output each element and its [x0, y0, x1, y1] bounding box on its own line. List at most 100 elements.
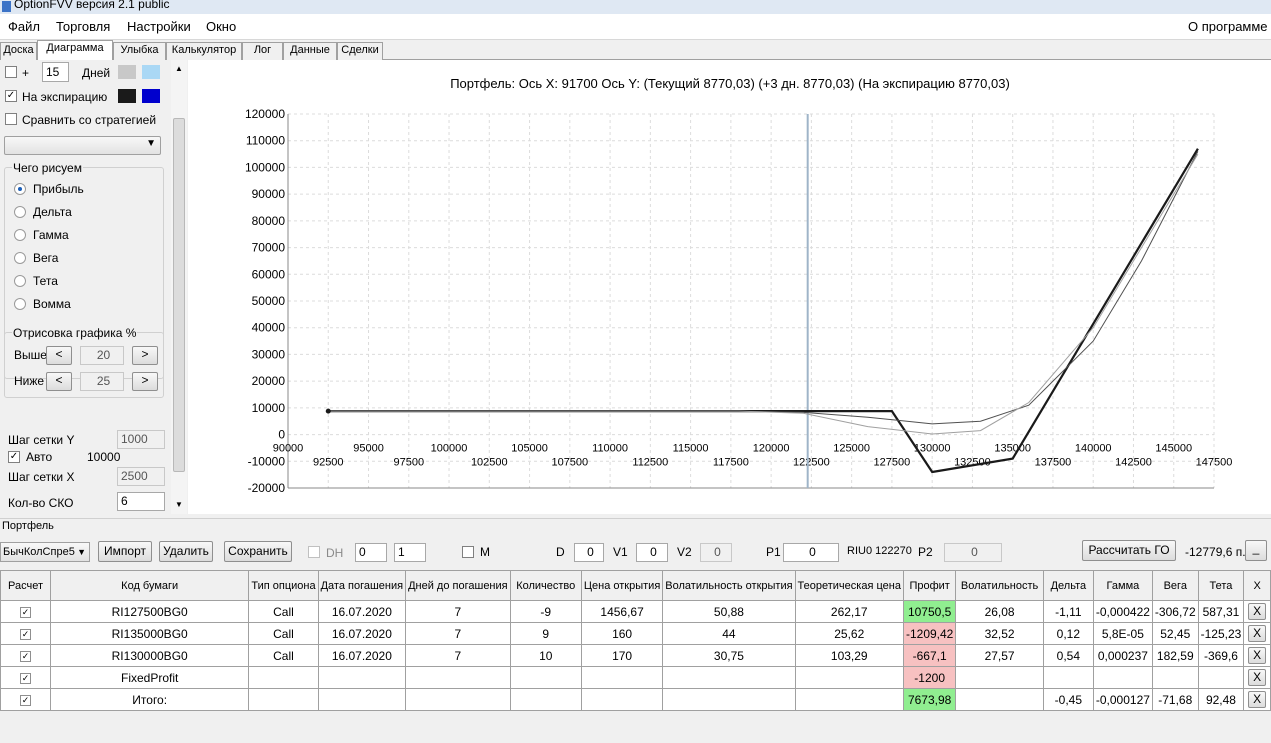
v2-input[interactable]: 0 [700, 543, 732, 562]
strategy-select[interactable]: ▼ [4, 136, 161, 155]
d-input[interactable]: 0 [574, 543, 604, 562]
delete-row-button[interactable]: X [1248, 647, 1267, 664]
x-tick-label: 117500 [713, 457, 749, 469]
tab-data[interactable]: Данные [283, 42, 337, 60]
col-open-price[interactable]: Цена открытия [580, 570, 664, 601]
radio-gamma[interactable] [14, 229, 26, 241]
plus-days-color-swatch[interactable] [142, 65, 160, 79]
tab-smile[interactable]: Улыбка [113, 42, 166, 60]
radio-vega[interactable] [14, 252, 26, 264]
above-increase-button[interactable]: > [132, 346, 158, 365]
above-input[interactable]: 20 [80, 346, 124, 365]
calc-checkbox-cell[interactable]: ✓ [0, 688, 51, 711]
tab-board[interactable]: Доска [0, 42, 37, 60]
profit-chart[interactable]: Портфель: Ось X: 91700 Ось Y: (Текущий 8… [188, 60, 1271, 514]
col-calc[interactable]: Расчет [0, 570, 51, 601]
import-button[interactable]: Импорт [98, 541, 152, 562]
calc-checkbox[interactable]: ✓ [20, 650, 31, 662]
left-panel-scrollbar[interactable]: ▲ ▼ [171, 60, 187, 514]
cell-9: 27,57 [955, 644, 1044, 667]
menu-about[interactable]: О программе [1188, 19, 1268, 34]
strategy-dropdown-value: БычКолСпре5 [3, 546, 75, 558]
calc-checkbox[interactable]: ✓ [20, 694, 31, 706]
calc-checkbox-cell[interactable]: ✓ [0, 666, 51, 689]
days-checkbox[interactable] [5, 66, 17, 78]
tab-calculator[interactable]: Калькулятор [166, 42, 242, 60]
table-row[interactable]: ✓ RI130000BG0 Call 16.07.2020 7 10 170 30,75 103… [0, 644, 1271, 667]
save-button[interactable]: Сохранить [224, 541, 292, 562]
p2-input[interactable]: 0 [944, 543, 1002, 562]
expiry-color-swatch[interactable] [118, 89, 136, 103]
scroll-thumb[interactable] [173, 118, 185, 472]
days-input[interactable]: 15 [42, 62, 69, 82]
table-row[interactable]: ✓ Итого: 7673,98 -0,45 -0,000127 -71,68 92,48 X [0, 688, 1271, 711]
dh-label: DH [326, 546, 344, 560]
delete-row-button[interactable]: X [1248, 625, 1267, 642]
col-open-volatility[interactable]: Волатильность открытия [662, 570, 796, 601]
compare-checkbox[interactable] [5, 113, 17, 125]
col-vega[interactable]: Вега [1151, 570, 1199, 601]
radio-gamma-label: Гамма [33, 228, 69, 242]
below-input[interactable]: 25 [80, 372, 124, 391]
expiry-checkbox[interactable]: ✓ [5, 90, 17, 102]
radio-vomma[interactable] [14, 298, 26, 310]
calc-checkbox[interactable]: ✓ [20, 606, 31, 618]
p1-input[interactable]: 0 [783, 543, 839, 562]
radio-delta[interactable] [14, 206, 26, 218]
minimize-button[interactable]: _ [1245, 540, 1267, 561]
scroll-down-icon[interactable]: ▼ [175, 500, 183, 509]
grid-x-input[interactable]: 2500 [117, 467, 165, 486]
dh-checkbox[interactable] [308, 546, 320, 558]
col-quantity[interactable]: Количество [509, 570, 582, 601]
calc-go-button[interactable]: Рассчитать ГО [1082, 540, 1176, 561]
expiry-color-swatch-2[interactable] [142, 89, 160, 103]
scroll-up-icon[interactable]: ▲ [175, 64, 183, 73]
delete-row-button[interactable]: X [1248, 669, 1267, 686]
tab-diagram[interactable]: Диаграмма [37, 40, 113, 61]
radio-profit[interactable] [14, 183, 26, 195]
col-type[interactable]: Тип опциона [248, 570, 319, 601]
table-row[interactable]: ✓ FixedProfit -1200 X [0, 666, 1271, 689]
col-delta[interactable]: Дельта [1042, 570, 1094, 601]
menu-window[interactable]: Окно [206, 19, 236, 34]
col-code[interactable]: Код бумаги [49, 570, 250, 601]
calc-checkbox[interactable]: ✓ [20, 672, 31, 684]
delete-row-button[interactable]: X [1248, 603, 1267, 620]
sko-input[interactable]: 6 [117, 492, 165, 511]
col-profit[interactable]: Профит [902, 570, 957, 601]
above-decrease-button[interactable]: < [46, 346, 72, 365]
col-theoretical-price[interactable]: Теоретическая цена [794, 570, 904, 601]
menu-file[interactable]: Файл [8, 19, 40, 34]
tab-deals[interactable]: Сделки [337, 42, 383, 60]
calc-checkbox[interactable]: ✓ [20, 628, 31, 640]
dh-spin-a[interactable]: 0 [355, 543, 387, 562]
current-color-swatch[interactable] [118, 65, 136, 79]
table-row[interactable]: ✓ RI135000BG0 Call 16.07.2020 7 9 160 44 25,62 -1… [0, 622, 1271, 645]
dh-spin-b[interactable]: 1 [394, 543, 426, 562]
delete-row-button[interactable]: X [1248, 691, 1267, 708]
auto-checkbox[interactable]: ✓ [8, 451, 20, 463]
y-tick-label: 120000 [245, 107, 285, 121]
col-volatility[interactable]: Волатильность [955, 570, 1044, 601]
v1-input[interactable]: 0 [636, 543, 668, 562]
radio-theta[interactable] [14, 275, 26, 287]
calc-checkbox-cell[interactable]: ✓ [0, 644, 51, 667]
grid-y-input[interactable]: 1000 [117, 430, 165, 449]
menu-trading[interactable]: Торговля [56, 19, 110, 34]
table-row[interactable]: ✓ RI127500BG0 Call 16.07.2020 7 -9 1456,67 50,8… [0, 600, 1271, 623]
y-tick-label: 90000 [252, 187, 286, 201]
strategy-dropdown[interactable]: БычКолСпре5 ▼ [0, 542, 90, 562]
calc-checkbox-cell[interactable]: ✓ [0, 600, 51, 623]
below-increase-button[interactable]: > [132, 372, 158, 391]
tab-log[interactable]: Лог [242, 42, 283, 60]
m-checkbox[interactable] [462, 546, 474, 558]
menu-settings[interactable]: Настройки [127, 19, 191, 34]
col-days-to-expiry[interactable]: Дней до погашения [405, 570, 511, 601]
col-theta[interactable]: Тета [1197, 570, 1245, 601]
col-expiry-date[interactable]: Дата погашения [317, 570, 407, 601]
below-decrease-button[interactable]: < [46, 372, 72, 391]
cell-7: 262,17 [794, 600, 904, 623]
calc-checkbox-cell[interactable]: ✓ [0, 622, 51, 645]
delete-button[interactable]: Удалить [159, 541, 213, 562]
col-gamma[interactable]: Гамма [1092, 570, 1153, 601]
